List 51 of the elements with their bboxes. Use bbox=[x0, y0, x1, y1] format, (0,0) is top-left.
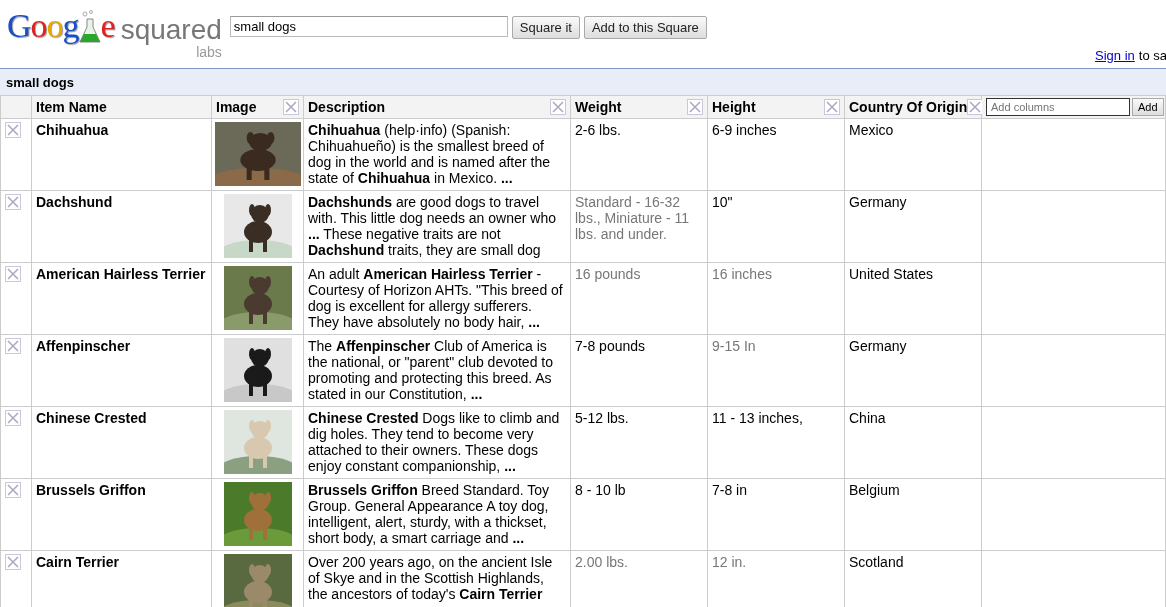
search-field[interactable]: small dogs bbox=[229, 16, 508, 37]
square-it-button[interactable]: Square it bbox=[511, 16, 580, 39]
square-title: small dogs bbox=[6, 74, 74, 90]
column-label: Country Of Origin bbox=[849, 99, 968, 115]
country-value: Germany bbox=[849, 338, 908, 354]
labs-label: labs bbox=[196, 46, 222, 58]
item-name: Chinese Crested bbox=[36, 410, 148, 426]
column-label: Height bbox=[712, 99, 756, 115]
column-label: Image bbox=[216, 99, 257, 115]
weight-value: 16 pounds bbox=[575, 266, 642, 282]
description-text: The Affenpinscher Club of America is the national, or "parent" club devoted to promoting and protecting this breed. As stated in our Constitution, ... bbox=[308, 338, 554, 402]
description-text: Dachshunds are good dogs to travel with. This little dog needs an owner who ... These negative traits are not Dachshund traits, they are small dog bbox=[308, 194, 557, 258]
height-value: 11 - 13 inches, bbox=[712, 410, 804, 426]
column-label: Weight bbox=[575, 99, 622, 115]
height-value: 16 inches bbox=[712, 266, 773, 282]
item-name: Cairn Terrier bbox=[36, 554, 120, 570]
weight-value: 7-8 pounds bbox=[575, 338, 647, 354]
add-columns-field[interactable]: Add columns bbox=[986, 98, 1130, 116]
weight-value: 8 - 10 lb bbox=[575, 482, 627, 498]
column-label: Description bbox=[308, 99, 385, 115]
country-value: Belgium bbox=[849, 482, 901, 498]
description-text: Over 200 years ago, on the ancient Isle of Skye and in the Scottish Highlands, the ancestors of today's Cairn Terrier bbox=[308, 554, 554, 602]
add-columns-button[interactable]: Add bbox=[1132, 98, 1164, 116]
country-value: Germany bbox=[849, 194, 908, 210]
country-value: Scotland bbox=[849, 554, 905, 570]
weight-value: 5-12 lbs. bbox=[575, 410, 630, 426]
height-value: 6-9 inches bbox=[712, 122, 778, 138]
item-name: Affenpinscher bbox=[36, 338, 132, 354]
height-value: 12 in. bbox=[712, 554, 748, 570]
weight-value: 2-6 lbs. bbox=[575, 122, 622, 138]
height-value: 10" bbox=[712, 194, 734, 210]
column-label: Item Name bbox=[36, 99, 107, 115]
google-logo: Goog e bbox=[7, 6, 115, 46]
item-name: Brussels Griffon bbox=[36, 482, 147, 498]
height-value: 7-8 in bbox=[712, 482, 749, 498]
description-text: Chihuahua (help·info) (Spanish: Chihuahueño) is the smallest breed of dog in the world and is named after the state of Chihuahua in Mexico. ... bbox=[308, 122, 552, 186]
item-name: American Hairless Terrier bbox=[36, 266, 207, 282]
weight-value: 2.00 lbs. bbox=[575, 554, 629, 570]
item-name: Chihuahua bbox=[36, 122, 110, 138]
country-value: China bbox=[849, 410, 887, 426]
description-text: An adult American Hairless Terrier - Courtesy of Horizon AHTs. "This breed of dog is excellent for allergy sufferers. They have absolutely no body hair, ... bbox=[308, 266, 564, 330]
height-value: 9-15 In bbox=[712, 338, 757, 354]
weight-value: Standard - 16-32 lbs., Miniature - 11 lbs. and under. bbox=[575, 194, 691, 242]
description-text: Chinese Crested Dogs like to climb and dig holes. They tend to become very attached to their owners. These dogs enjoy constant companionship, ... bbox=[308, 410, 561, 474]
sign-in-link[interactable]: Sign in bbox=[1095, 48, 1135, 63]
description-text: Brussels Griffon Breed Standard. Toy Group. General Appearance A toy dog, intelligent, alert, sturdy, with a thickset, short body, a smart carriage and ... bbox=[308, 482, 550, 546]
country-value: United States bbox=[849, 266, 935, 282]
product-name: squared bbox=[120, 14, 222, 46]
item-name: Dachshund bbox=[36, 194, 114, 210]
country-value: Mexico bbox=[849, 122, 895, 138]
add-button[interactable]: Add to this Square bbox=[583, 16, 707, 39]
